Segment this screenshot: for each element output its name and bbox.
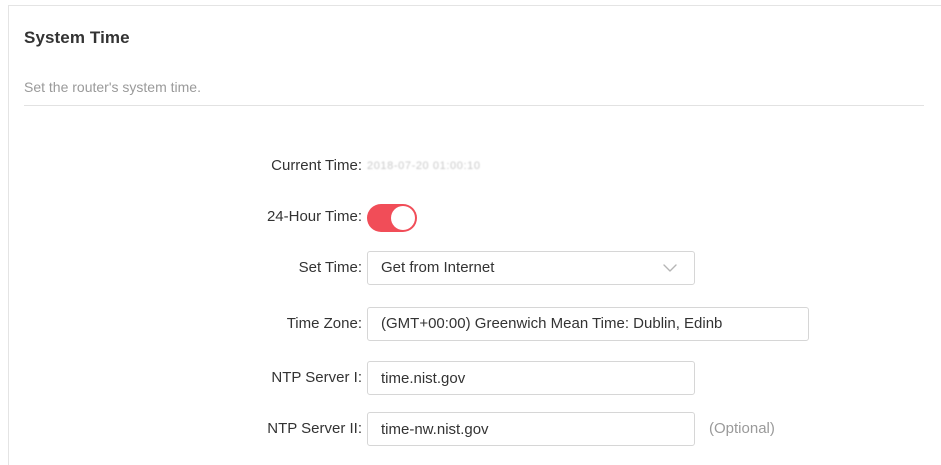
set-time-label: Set Time: <box>298 259 362 276</box>
current-time-row: Current Time: 2018-07-20 01:00:10 <box>9 149 941 183</box>
time-zone-select[interactable]: (GMT+00:00) Greenwich Mean Time: Dublin,… <box>367 307 809 341</box>
set-time-selected-value: Get from Internet <box>381 259 495 276</box>
ntp1-row: NTP Server I: <box>9 361 941 395</box>
time-zone-row: Time Zone: (GMT+00:00) Greenwich Mean Ti… <box>9 307 941 341</box>
time-zone-selected-value: (GMT+00:00) Greenwich Mean Time: Dublin,… <box>381 315 723 332</box>
ntp2-row: NTP Server II: (Optional) <box>9 412 941 446</box>
ntp2-input[interactable] <box>367 412 695 446</box>
hour24-row: 24-Hour Time: <box>9 200 941 234</box>
section-divider <box>24 105 924 106</box>
ntp1-input[interactable] <box>367 361 695 395</box>
current-time-value: 2018-07-20 01:00:10 <box>367 160 481 172</box>
section-title: System Time <box>24 28 130 47</box>
toggle-knob <box>391 206 415 230</box>
ntp1-label: NTP Server I: <box>271 369 362 386</box>
ntp2-label: NTP Server II: <box>267 420 362 437</box>
section-description: Set the router's system time. <box>24 79 201 95</box>
hour24-toggle[interactable] <box>367 204 417 232</box>
time-zone-label: Time Zone: <box>286 315 362 332</box>
set-time-row: Set Time: Get from Internet <box>9 251 941 285</box>
chevron-down-icon <box>663 264 677 272</box>
system-time-panel: System Time Set the router's system time… <box>8 5 941 465</box>
set-time-select[interactable]: Get from Internet <box>367 251 695 285</box>
ntp2-optional-hint: (Optional) <box>709 420 775 437</box>
hour24-label: 24-Hour Time: <box>266 208 362 225</box>
current-time-label: Current Time: <box>271 157 362 174</box>
